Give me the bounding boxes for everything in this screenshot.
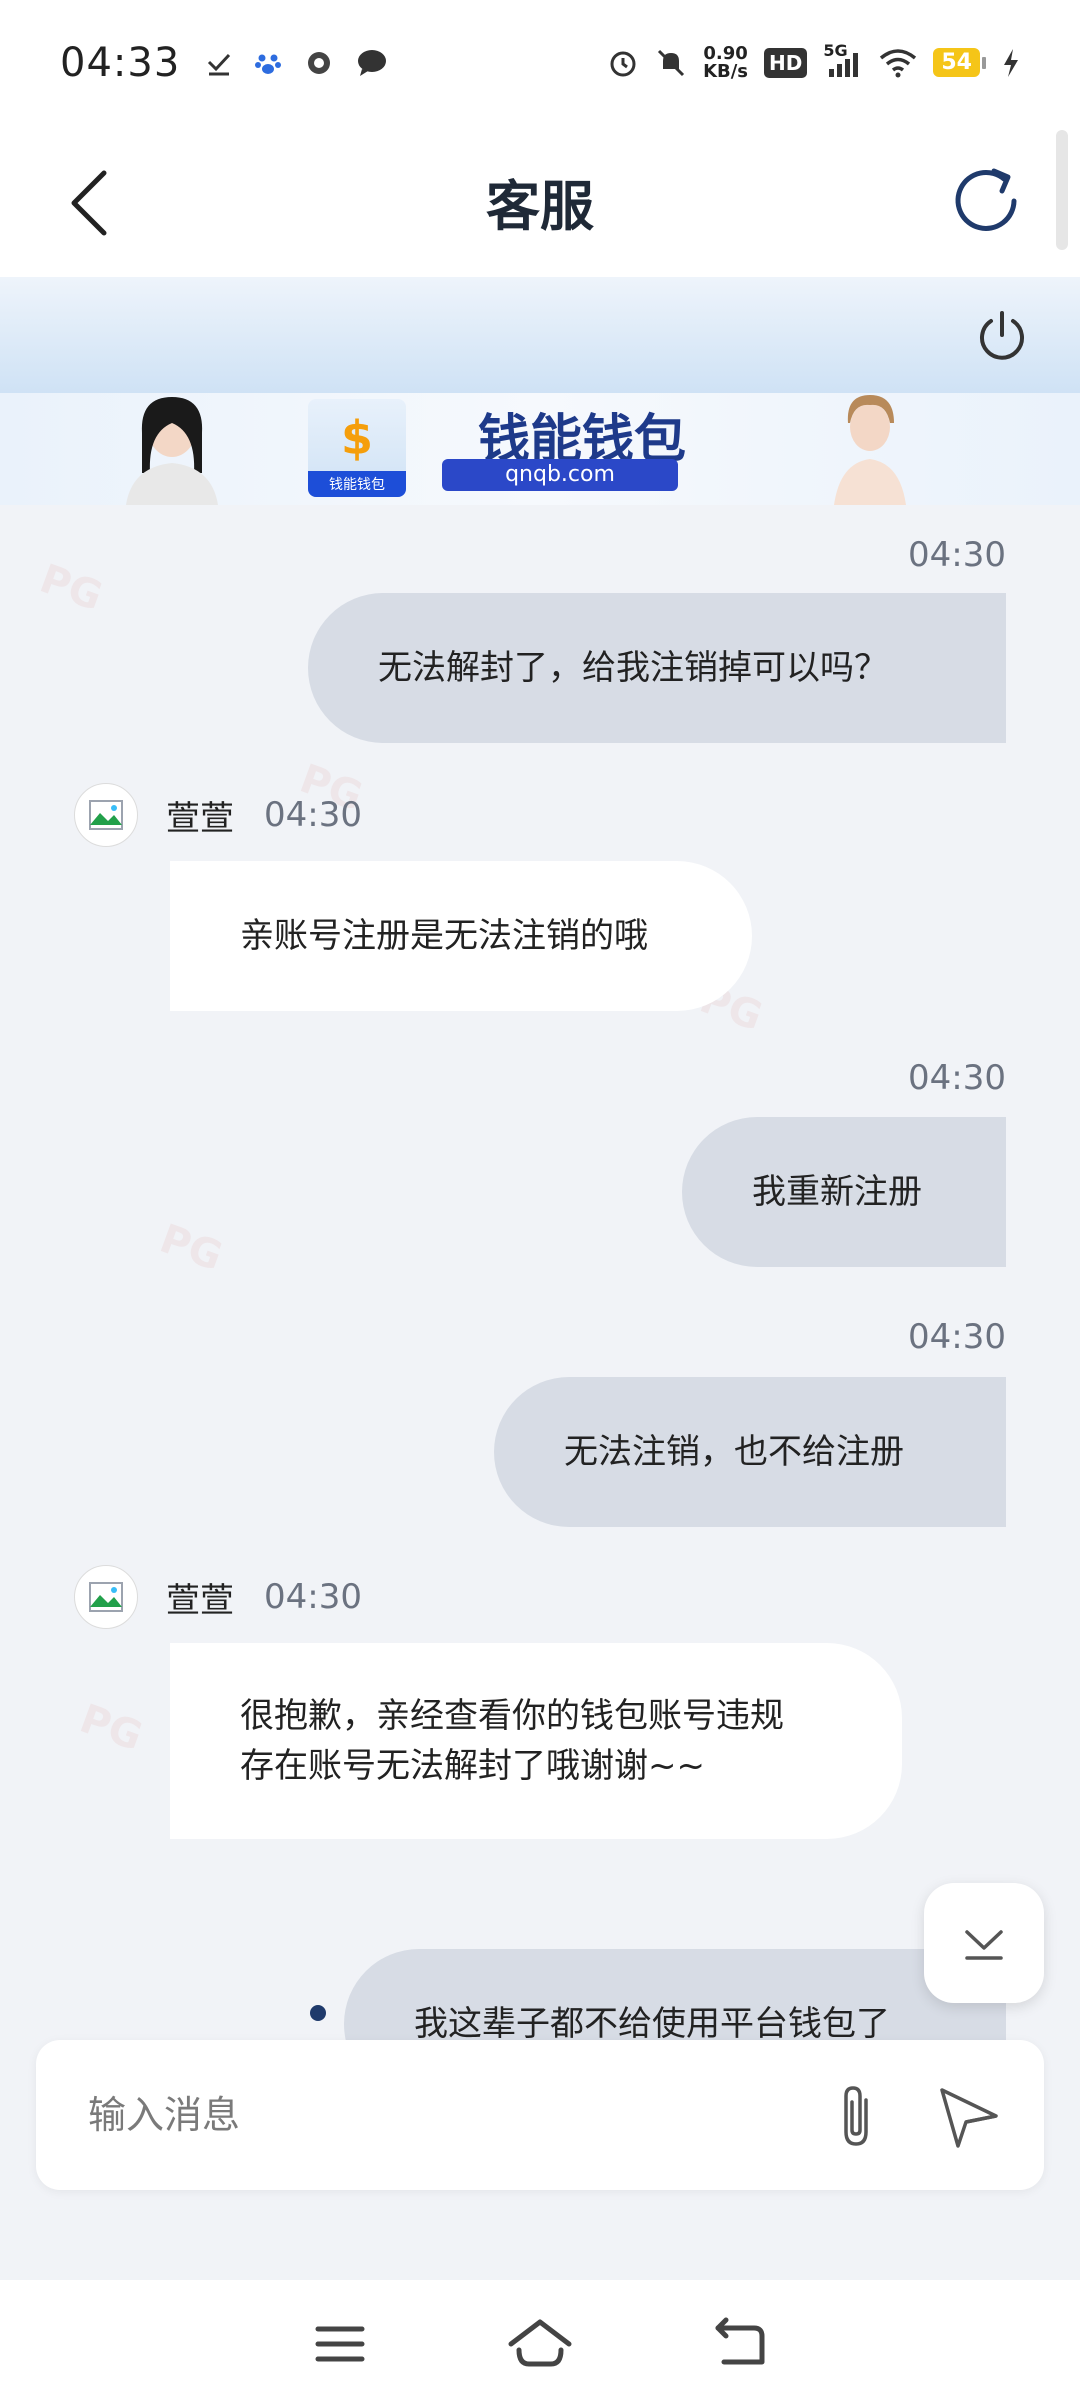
message-time: 04:30 (908, 1058, 1006, 1098)
notification-icons (206, 48, 388, 78)
banner-url: qnqb.com (442, 459, 678, 491)
system-nav-bar (0, 2280, 1080, 2408)
network-label: 5G (823, 40, 848, 60)
alarm-icon (607, 47, 639, 79)
power-icon (980, 311, 1024, 360)
menu-button[interactable] (300, 2304, 380, 2384)
unread-dot (310, 2005, 326, 2021)
scroll-down-icon (965, 1930, 1003, 1960)
home-icon (508, 2319, 572, 2367)
message-time: 04:30 (908, 535, 1006, 575)
message-text: 我重新注册 (752, 1172, 922, 1212)
message-bubble-outgoing[interactable]: 我这辈子都不给使用平台钱包了 (344, 1949, 1006, 2040)
message-bubble-outgoing[interactable]: 无法注销，也不给注册 (494, 1377, 1006, 1527)
avatar[interactable] (74, 1565, 138, 1629)
message-text: 无法解封了，给我注销掉可以吗？ (378, 648, 888, 688)
signal-icon: 5G (823, 41, 863, 79)
net-speed-unit: KB/s (703, 60, 749, 82)
charging-icon (1002, 48, 1020, 78)
wifi-icon (879, 48, 917, 78)
attach-button[interactable] (816, 2076, 896, 2156)
power-button[interactable] (974, 307, 1030, 363)
back-button[interactable] (58, 163, 138, 243)
broken-image-icon (89, 800, 123, 830)
battery-icon: 54 (933, 48, 986, 77)
net-speed: 0.90 KB/s (703, 42, 749, 82)
battery-level: 54 (933, 48, 980, 77)
home-button[interactable] (500, 2304, 580, 2384)
mute-icon (655, 47, 687, 79)
scroll-to-bottom-button[interactable] (924, 1883, 1044, 2003)
message-input[interactable] (88, 2093, 768, 2137)
message-bubble-incoming[interactable]: 亲账号注册是无法注销的哦 (170, 861, 752, 1011)
dollar-icon: $ (340, 411, 373, 465)
status-time: 04:33 (60, 39, 181, 86)
chat-bubble-icon (356, 48, 388, 78)
app-header: 客服 (0, 125, 1080, 277)
agent-header: 萱萱 04:30 (74, 1565, 362, 1629)
message-bubble-outgoing[interactable]: 我重新注册 (682, 1117, 1006, 1267)
avatar[interactable] (74, 783, 138, 847)
person-left-image (126, 397, 218, 505)
chat-area[interactable]: PG PG PG PG PG PG 04:30 无法解封了，给我注销掉可以吗？ … (0, 505, 1080, 2040)
menu-icon (315, 2326, 365, 2362)
hd-badge: HD (764, 47, 808, 78)
agent-header: 萱萱 04:30 (74, 783, 362, 847)
logo-text: 钱能钱包 (308, 471, 406, 497)
paperclip-icon (844, 2086, 868, 2146)
back-nav-button[interactable] (700, 2304, 780, 2384)
message-text: 无法注销，也不给注册 (564, 1432, 904, 1472)
message-time: 04:30 (908, 1317, 1006, 1357)
message-bubble-incoming[interactable]: 很抱歉，亲经查看你的钱包账号违规 存在账号无法解封了哦谢谢~~ (170, 1643, 902, 1839)
ad-banner[interactable]: $ 钱能钱包 钱能钱包 qnqb.com (0, 393, 1080, 505)
scrollbar-thumb[interactable] (1056, 130, 1068, 250)
paw-icon (254, 49, 282, 77)
message-text: 我这辈子都不给使用平台钱包了 (414, 2004, 890, 2040)
message-text: 亲账号注册是无法注销的哦 (240, 916, 648, 956)
back-icon (715, 2317, 765, 2365)
refresh-button[interactable] (944, 159, 1028, 243)
banner-header (0, 277, 1080, 393)
system-status: 0.90 KB/s HD 5G 54 (607, 41, 1020, 82)
broken-image-icon (89, 1582, 123, 1612)
page-title: 客服 (486, 174, 594, 238)
send-icon (940, 2088, 998, 2148)
gear-icon (304, 48, 334, 78)
status-bar: 04:33 0.90 KB/s HD 5G 54 (0, 0, 1080, 125)
checkmark-icon (206, 50, 232, 76)
back-chevron-icon (71, 170, 107, 236)
refresh-icon (955, 168, 1017, 231)
agent-name: 萱萱 (166, 1580, 234, 1621)
brand-logo: $ 钱能钱包 (308, 399, 406, 497)
net-speed-value: 0.90 (703, 42, 748, 64)
message-text-line: 存在账号无法解封了哦谢谢~~ (240, 1746, 705, 1786)
message-composer (36, 2040, 1044, 2190)
message-text-line: 很抱歉，亲经查看你的钱包账号违规 (240, 1696, 784, 1736)
person-right-image (834, 395, 906, 505)
message-bubble-outgoing[interactable]: 无法解封了，给我注销掉可以吗？ (308, 593, 1006, 743)
message-time: 04:30 (264, 795, 362, 835)
send-button[interactable] (928, 2076, 1008, 2156)
agent-name: 萱萱 (166, 798, 234, 839)
message-time: 04:30 (264, 1577, 362, 1617)
